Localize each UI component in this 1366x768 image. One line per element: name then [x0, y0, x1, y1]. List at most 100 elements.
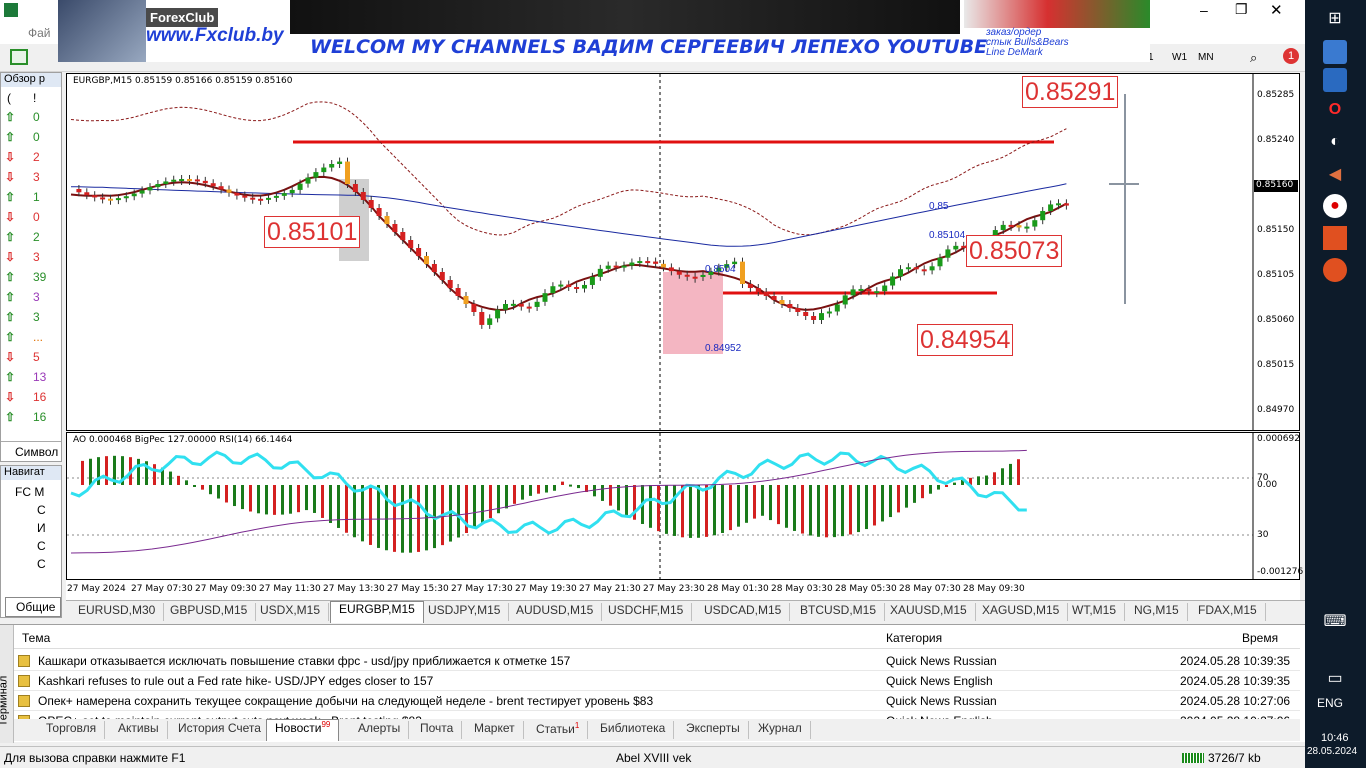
- terminal-tab[interactable]: Активы: [110, 721, 168, 739]
- clock-date[interactable]: 28.05.2024: [1307, 746, 1357, 757]
- chart-tab[interactable]: USDX,M15: [252, 603, 330, 621]
- app-icon-7[interactable]: [1323, 226, 1347, 250]
- terminal-tab[interactable]: Торговля: [38, 721, 106, 739]
- market-watch-row[interactable]: ⇩ 2: [3, 147, 61, 167]
- market-watch-row[interactable]: ⇧ 0: [3, 107, 61, 127]
- windows-start-icon[interactable]: ⊞: [1323, 6, 1347, 30]
- market-watch-row[interactable]: ⇩ 16: [3, 387, 61, 407]
- price-chart[interactable]: EURGBP,M15 0.85159 0.85166 0.85159 0.851…: [66, 73, 1300, 550]
- terminal-tab[interactable]: Журнал: [750, 721, 811, 739]
- restore-button[interactable]: ❐: [1235, 1, 1248, 18]
- ao-bar: [657, 485, 660, 532]
- terminal-tab[interactable]: Алерты: [350, 721, 410, 739]
- news-row[interactable]: Кашкари отказывается исключать повышение…: [14, 651, 1300, 671]
- navigator-item-4[interactable]: C: [37, 557, 46, 571]
- market-watch-row[interactable]: ⇩ 5: [3, 347, 61, 367]
- general-tab[interactable]: Общие: [5, 597, 61, 617]
- terminal-tab-label: Алерты: [358, 721, 401, 735]
- new-chart-icon[interactable]: [10, 49, 28, 65]
- market-watch-row[interactable]: ⇧ 1: [3, 187, 61, 207]
- market-watch-value: 3: [33, 170, 40, 184]
- opera-icon[interactable]: O: [1323, 98, 1347, 122]
- navigator-item-2[interactable]: И: [37, 521, 46, 535]
- terminal-tab[interactable]: Почта: [412, 721, 463, 739]
- chart-tab[interactable]: EURUSD,M30: [70, 603, 165, 621]
- market-watch-value: 2: [33, 230, 40, 244]
- paint-icon[interactable]: ◐: [1323, 130, 1347, 154]
- minimize-button[interactable]: –: [1200, 2, 1208, 18]
- chart-tab[interactable]: BTCUSD,M15: [792, 603, 886, 621]
- candle: [668, 267, 674, 272]
- market-watch-row[interactable]: ⇧ 3: [3, 307, 61, 327]
- network-icon[interactable]: ▭: [1323, 666, 1347, 690]
- terminal-tab[interactable]: История Счета: [170, 721, 270, 739]
- market-watch-row[interactable]: ⇩ 3: [3, 247, 61, 267]
- chart-tab[interactable]: FDAX,M15: [1190, 603, 1266, 621]
- terminal-tab[interactable]: Эксперты: [678, 721, 749, 739]
- chart-tab[interactable]: WT,M15: [1064, 603, 1126, 621]
- navigator-item-1[interactable]: C: [37, 503, 46, 517]
- chart-tab[interactable]: AUDUSD,M15: [508, 603, 603, 621]
- banner-site[interactable]: www.Fxclub.by: [146, 25, 284, 47]
- price-axis-label: 0.85015: [1257, 360, 1295, 370]
- app-icon-2[interactable]: [1323, 68, 1347, 92]
- timeframe-mn[interactable]: MN: [1198, 52, 1214, 63]
- close-button[interactable]: ✕: [1270, 1, 1283, 19]
- price-axis-label: 0.85105: [1257, 270, 1295, 280]
- keyboard-icon[interactable]: ⌨: [1320, 609, 1350, 633]
- terminal-tab[interactable]: Статьи1: [528, 721, 589, 739]
- banner-side-text: заказ/ордер стык Bulls&Bears Line DeMark: [986, 28, 1069, 58]
- chart-tab[interactable]: USDCHF,M15: [600, 603, 693, 621]
- symbols-tab[interactable]: Символ: [1, 441, 61, 461]
- news-time: 2024.05.28 10:39:35: [1180, 654, 1291, 668]
- arrow-up-icon: ⇧: [4, 310, 16, 324]
- navigator-item-3[interactable]: C: [37, 539, 46, 553]
- chart-tab[interactable]: EURGBP,M15: [330, 601, 424, 623]
- record-icon[interactable]: ●: [1323, 194, 1347, 218]
- market-watch-row[interactable]: ⇧ 0: [3, 127, 61, 147]
- search-icon[interactable]: ⌕: [1250, 50, 1257, 66]
- candle: [368, 200, 374, 208]
- timeframe-w1[interactable]: W1: [1172, 52, 1187, 63]
- small-label-4: 0.85: [929, 201, 949, 212]
- terminal-tab[interactable]: Библиотека: [592, 721, 675, 739]
- chart-tab[interactable]: XAGUSD,M15: [974, 603, 1069, 621]
- market-watch-row[interactable]: ⇧ 39: [3, 267, 61, 287]
- navigator-root[interactable]: FC M: [15, 485, 44, 499]
- market-watch-row[interactable]: ⇧ 16: [3, 407, 61, 427]
- speaker-icon[interactable]: ◀: [1323, 162, 1347, 186]
- candle: [258, 198, 264, 201]
- language-indicator[interactable]: ENG: [1317, 696, 1343, 710]
- menu-file[interactable]: Фай: [28, 26, 51, 40]
- time-axis-label: 27 May 2024: [67, 584, 126, 594]
- chart-tab[interactable]: GBPUSD,M15: [162, 603, 257, 621]
- market-watch-row[interactable]: ⇩ 0: [3, 207, 61, 227]
- market-watch-row[interactable]: ⇧...: [3, 327, 61, 347]
- market-watch-col2: !: [33, 91, 37, 105]
- chart-tab[interactable]: NG,M15: [1126, 603, 1188, 621]
- terminal-tab[interactable]: Новости99: [266, 719, 340, 741]
- market-watch-row[interactable]: ⇧ 3: [3, 287, 61, 307]
- clock-time[interactable]: 10:46: [1321, 732, 1349, 744]
- ao-bar: [313, 485, 316, 513]
- chart-tab[interactable]: USDJPY,M15: [420, 603, 510, 621]
- col-topic[interactable]: Тема: [22, 631, 50, 645]
- market-watch-row[interactable]: ⇧ 2: [3, 227, 61, 247]
- ao-bar: [241, 485, 244, 510]
- col-time[interactable]: Время: [1242, 631, 1278, 645]
- candle: [408, 240, 414, 248]
- ao-bar: [841, 485, 844, 537]
- news-row[interactable]: Опек+ намерена сохранить текущее сокраще…: [14, 691, 1300, 711]
- news-row[interactable]: Kashkari refuses to rule out a Fed rate …: [14, 671, 1300, 691]
- indicator-chart[interactable]: AO 0.000468 BigPec 127.00000 RSI(14) 66.…: [66, 432, 1303, 580]
- app-icon-8[interactable]: [1323, 258, 1347, 282]
- market-watch-value: 39: [33, 270, 47, 284]
- terminal-tab[interactable]: Маркет: [466, 721, 524, 739]
- chart-tab[interactable]: USDCAD,M15: [696, 603, 791, 621]
- explorer-icon[interactable]: [1323, 40, 1347, 64]
- market-watch-row[interactable]: ⇩ 3: [3, 167, 61, 187]
- col-category[interactable]: Категория: [886, 631, 942, 645]
- chart-tab[interactable]: XAUUSD,M15: [882, 603, 976, 621]
- notification-badge[interactable]: 1: [1283, 48, 1299, 64]
- market-watch-row[interactable]: ⇧ 13: [3, 367, 61, 387]
